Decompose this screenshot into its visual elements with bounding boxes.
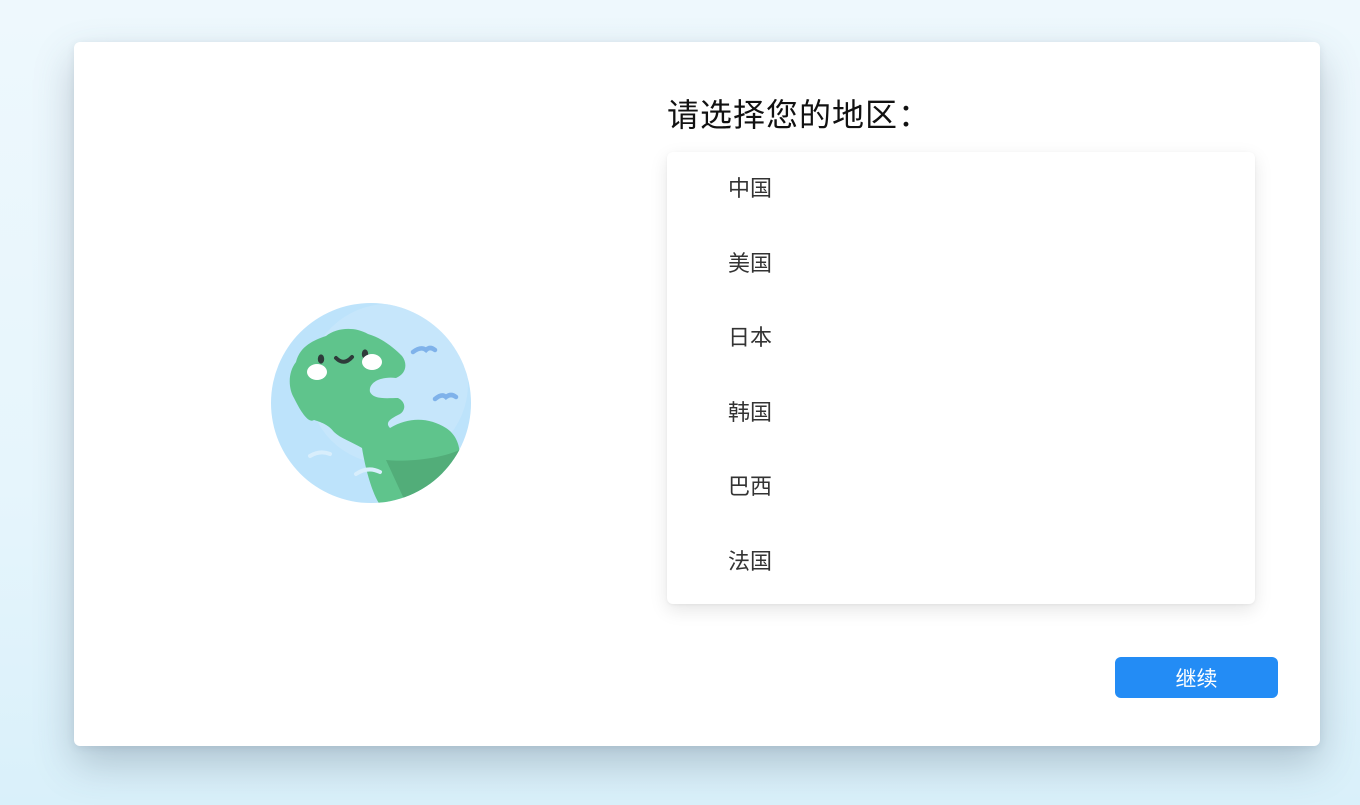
region-option-usa[interactable]: 美国 <box>667 227 1255 302</box>
region-option-france[interactable]: 法国 <box>667 525 1255 600</box>
region-setup-dialog: 请选择您的地区： 中国 美国 日本 韩国 巴西 法国 继续 <box>74 42 1320 746</box>
region-option-japan[interactable]: 日本 <box>667 301 1255 376</box>
page-title: 请选择您的地区： <box>667 96 932 134</box>
smiling-globe-icon <box>271 303 471 503</box>
region-option-korea[interactable]: 韩国 <box>667 376 1255 451</box>
region-list: 中国 美国 日本 韩国 巴西 法国 <box>667 152 1255 604</box>
region-option-brazil[interactable]: 巴西 <box>667 450 1255 525</box>
continue-button[interactable]: 继续 <box>1115 657 1278 698</box>
region-option-china[interactable]: 中国 <box>667 152 1255 227</box>
